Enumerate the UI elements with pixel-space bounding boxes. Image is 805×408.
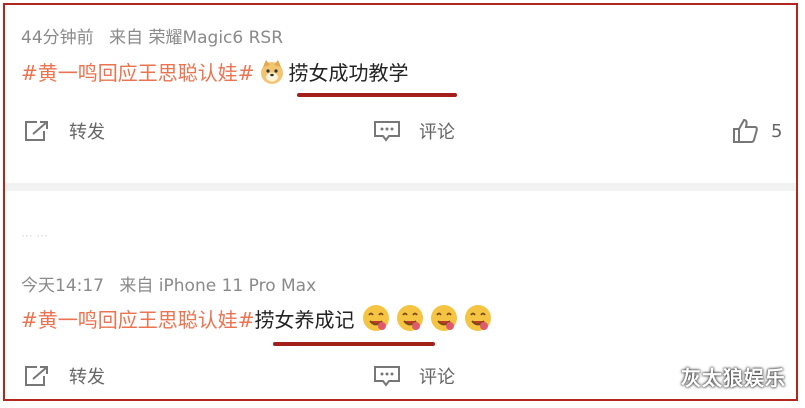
- yummy-face-emoji-icon: [395, 303, 425, 333]
- comment-button[interactable]: 评论: [373, 118, 455, 144]
- hashtag-link[interactable]: #黄一鸣回应王思聪认娃#: [21, 57, 255, 86]
- thumbs-up-icon: [733, 118, 758, 143]
- faded-text-line: ··· ···: [21, 229, 48, 243]
- weibo-post: 44分钟前 来自 荣耀Magic6 RSR #黄一鸣回应王思聪认娃# 捞女成功教…: [5, 5, 796, 183]
- post-text: 捞女养成记: [254, 307, 355, 332]
- like-button[interactable]: 5: [731, 118, 782, 144]
- post-divider: [5, 183, 796, 191]
- doge-emoji-icon: [259, 59, 285, 85]
- hashtag-link[interactable]: #黄一鸣回应王思聪认娃#: [21, 304, 255, 333]
- comment-label: 评论: [419, 367, 455, 388]
- post-content: #黄一鸣回应王思聪认娃# 捞女成功教学: [21, 57, 409, 86]
- highlight-underline: [297, 93, 457, 97]
- repost-button[interactable]: 转发: [23, 363, 105, 389]
- repost-icon: [25, 366, 48, 386]
- post-actions: 转发 评论 5: [5, 118, 796, 148]
- repost-button[interactable]: 转发: [23, 118, 105, 144]
- post-content: #黄一鸣回应王思聪认娃# 捞女养成记: [21, 303, 493, 333]
- yummy-face-emoji-icon: [429, 303, 459, 333]
- highlight-underline: [273, 342, 435, 346]
- post-text: 捞女成功教学: [288, 61, 409, 85]
- repost-icon: [25, 121, 48, 141]
- comment-button[interactable]: 评论: [373, 363, 455, 389]
- like-count: 5: [771, 120, 783, 142]
- repost-label: 转发: [69, 367, 105, 388]
- yummy-face-emoji-icon: [361, 303, 391, 333]
- comment-icon: [374, 121, 400, 142]
- comment-icon: [374, 366, 400, 387]
- weibo-post: ··· ··· 今天14:17 来自 iPhone 11 Pro Max #黄一…: [5, 191, 796, 399]
- post-actions: 转发 评论: [5, 363, 796, 393]
- comment-label: 评论: [419, 122, 455, 143]
- post-source[interactable]: 来自 荣耀Magic6 RSR: [109, 28, 283, 48]
- post-meta: 今天14:17 来自 iPhone 11 Pro Max: [21, 271, 326, 296]
- watermark: 灰太狼娱乐: [681, 366, 786, 390]
- repost-label: 转发: [69, 122, 105, 143]
- yummy-face-emoji-icon: [463, 303, 493, 333]
- screenshot-frame: 44分钟前 来自 荣耀Magic6 RSR #黄一鸣回应王思聪认娃# 捞女成功教…: [3, 3, 798, 401]
- post-time[interactable]: 今天14:17: [21, 276, 104, 296]
- post-time[interactable]: 44分钟前: [21, 28, 94, 48]
- post-source[interactable]: 来自 iPhone 11 Pro Max: [119, 276, 316, 296]
- post-meta: 44分钟前 来自 荣耀Magic6 RSR: [21, 23, 293, 48]
